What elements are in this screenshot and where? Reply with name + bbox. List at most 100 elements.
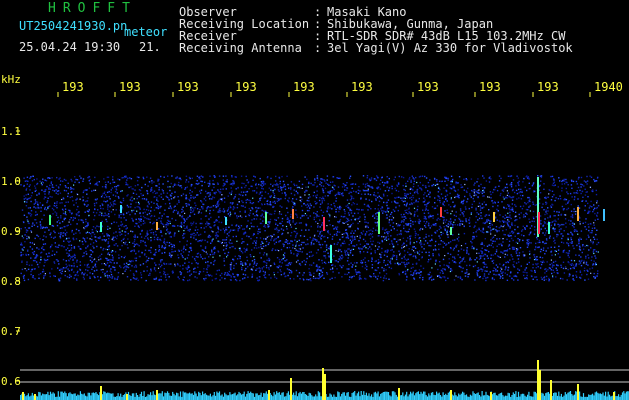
noise-dot: [28, 222, 30, 225]
noise-dot: [171, 245, 174, 248]
noise-dot: [514, 246, 516, 249]
noise-dot: [538, 202, 541, 204]
noise-dot: [313, 218, 315, 221]
noise-dot: [159, 207, 161, 209]
noise-dot: [517, 268, 519, 270]
noise-dot: [194, 196, 196, 198]
noise-dot: [573, 266, 576, 268]
noise-dot: [279, 183, 281, 185]
noise-dot: [507, 261, 510, 264]
noise-dot: [174, 265, 176, 267]
noise-dot: [48, 255, 51, 257]
noise-dot: [339, 259, 341, 261]
noise-dot: [472, 232, 475, 234]
noise-dot: [361, 265, 364, 268]
noise-dot: [143, 237, 146, 239]
noise-dot: [588, 257, 590, 259]
noise-dot: [463, 225, 465, 227]
noise-dot: [65, 249, 67, 251]
noise-dot: [114, 213, 116, 216]
noise-dot: [167, 223, 169, 226]
noise-dot: [316, 202, 318, 204]
noise-dot: [130, 186, 132, 188]
noise-dot: [546, 223, 549, 225]
noise-dot: [483, 244, 485, 247]
noise-dot: [477, 267, 480, 269]
noise-dot: [571, 187, 573, 189]
noise-dot: [286, 216, 289, 219]
noise-dot: [533, 217, 535, 220]
noise-dot: [489, 222, 492, 225]
noise-dot: [213, 248, 215, 250]
noise-dot: [256, 262, 258, 265]
noise-dot: [544, 234, 546, 236]
noise-dot: [274, 218, 276, 221]
noise-dot: [469, 217, 471, 219]
noise-dot: [476, 271, 478, 274]
noise-dot: [439, 199, 441, 202]
noise-dot: [382, 212, 384, 214]
noise-dot: [213, 246, 215, 249]
noise-dot: [402, 237, 405, 239]
noise-dot: [68, 244, 70, 246]
noise-dot: [50, 245, 52, 248]
noise-dot: [127, 247, 129, 249]
noise-dot: [117, 277, 119, 279]
noise-dot: [121, 208, 124, 210]
noise-dot: [64, 267, 66, 269]
noise-dot: [442, 197, 444, 199]
noise-dot: [440, 234, 443, 236]
noise-dot: [225, 175, 227, 177]
noise-dot: [361, 209, 363, 211]
noise-dot: [146, 217, 148, 220]
noise-dot: [396, 225, 399, 227]
noise-dot: [366, 265, 368, 268]
noise-dot: [580, 230, 583, 232]
noise-dot: [412, 189, 414, 191]
noise-dot: [441, 180, 443, 182]
noise-dot: [322, 185, 325, 187]
noise-dot: [115, 237, 118, 240]
noise-dot: [506, 183, 508, 186]
noise-dot: [31, 276, 34, 278]
noise-dot: [505, 266, 507, 268]
noise-dot: [199, 222, 201, 225]
noise-dot: [71, 196, 73, 198]
noise-dot: [269, 196, 272, 198]
noise-dot: [483, 258, 486, 260]
noise-dot: [38, 248, 40, 250]
noise-dot: [539, 250, 542, 253]
noise-dot: [31, 223, 34, 225]
noise-dot: [465, 190, 468, 192]
noise-dot: [269, 221, 271, 223]
noise-dot: [68, 254, 71, 257]
noise-dot: [59, 271, 62, 274]
noise-dot: [543, 279, 545, 281]
noise-dot: [270, 189, 272, 191]
noise-dot: [419, 276, 421, 279]
noise-dot: [296, 186, 299, 189]
noise-dot: [211, 251, 213, 253]
noise-dot: [230, 262, 233, 264]
noise-dot: [486, 249, 488, 252]
noise-dot: [286, 207, 288, 209]
noise-dot: [483, 195, 485, 197]
noise-dot: [53, 237, 55, 239]
noise-dot: [587, 223, 589, 226]
noise-dot: [357, 228, 359, 230]
noise-dot: [380, 256, 382, 259]
noise-dot: [250, 237, 252, 240]
noise-dot: [26, 216, 28, 218]
noise-dot: [34, 237, 36, 240]
noise-dot: [410, 188, 413, 190]
noise-dot: [248, 235, 250, 238]
noise-dot: [71, 256, 73, 258]
noise-dot: [326, 273, 329, 275]
noise-dot: [264, 271, 266, 273]
noise-dot: [497, 266, 499, 268]
noise-dot: [118, 215, 120, 217]
noise-dot: [342, 256, 344, 258]
noise-dot: [580, 238, 582, 240]
noise-dot: [253, 233, 255, 235]
noise-dot: [273, 271, 275, 274]
